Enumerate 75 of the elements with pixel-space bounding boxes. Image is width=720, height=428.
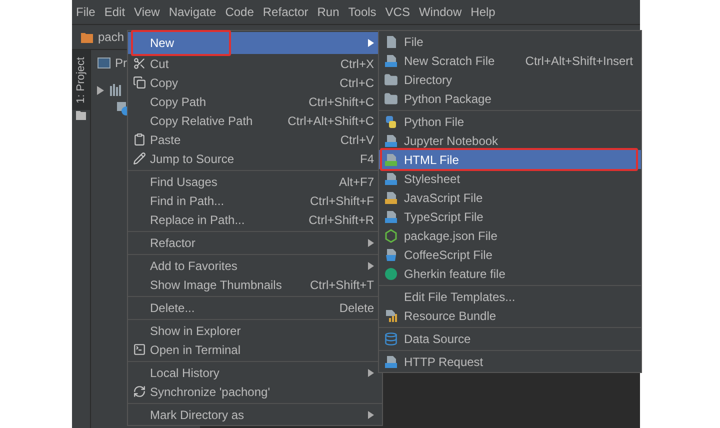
file-icon	[384, 34, 398, 48]
expand-arrow-icon	[97, 86, 104, 94]
menu-item[interactable]: Gherkin feature file	[379, 264, 641, 283]
window-icon	[97, 57, 111, 69]
scissors-icon	[133, 57, 146, 70]
menu-item[interactable]: package.json File	[379, 226, 641, 245]
menu-item[interactable]: HTML File	[379, 150, 641, 169]
file-icon	[384, 190, 398, 204]
menu-item[interactable]: Local History	[128, 363, 382, 382]
pencil-icon	[133, 152, 146, 165]
menu-item[interactable]: Refactor	[128, 233, 382, 252]
menu-item[interactable]: Python File	[379, 112, 641, 131]
gherkin-icon	[384, 266, 398, 280]
menu-item[interactable]: Stylesheet	[379, 169, 641, 188]
menu-item[interactable]: Cut Ctrl+X	[128, 54, 382, 73]
file-icon	[384, 134, 398, 148]
menu-bar-item[interactable]: Window	[418, 3, 462, 21]
menu-bar-item[interactable]: Navigate	[168, 3, 216, 21]
terminal-icon	[133, 343, 146, 356]
menu-item[interactable]: Python Package	[379, 89, 641, 108]
copy-icon	[133, 76, 146, 89]
file-icon	[384, 354, 398, 368]
menu-bar-item[interactable]: View	[134, 3, 160, 21]
menu-item[interactable]: Edit File Templates...	[379, 287, 641, 306]
breadcrumb[interactable]: pach	[98, 28, 124, 46]
file-icon	[384, 172, 398, 186]
menu-item[interactable]: Resource Bundle	[379, 306, 641, 325]
hexagon-icon	[384, 228, 398, 242]
menu-bar-item[interactable]: Code	[225, 3, 254, 21]
menu-item[interactable]: TypeScript File	[379, 207, 641, 226]
database-icon	[384, 332, 398, 346]
menu-item[interactable]: Find in Path... Ctrl+Shift+F	[128, 191, 382, 210]
menu-item[interactable]: Find Usages Alt+F7	[128, 172, 382, 191]
menu-item[interactable]: JavaScript File	[379, 188, 641, 207]
menu-bar-item[interactable]: Edit	[104, 3, 126, 21]
menu-item[interactable]: HTTP Request	[379, 352, 641, 371]
menu-bar-item[interactable]: VCS	[385, 3, 410, 21]
python-icon	[384, 114, 398, 128]
menu-item[interactable]: Synchronize 'pachong'	[128, 382, 382, 401]
menu-bar-item[interactable]: Help	[470, 3, 496, 21]
menu-item[interactable]: Mark Directory as	[128, 405, 382, 424]
folder-icon	[384, 72, 398, 86]
file-icon	[384, 152, 398, 166]
menu-item[interactable]: CoffeeScript File	[379, 245, 641, 264]
library-icon	[110, 84, 122, 96]
menu-item[interactable]: Show in Explorer	[128, 321, 382, 340]
menu-item[interactable]: Replace in Path... Ctrl+Shift+R	[128, 210, 382, 229]
refresh-icon	[133, 385, 146, 398]
menu-item[interactable]: New Scratch File Ctrl+Alt+Shift+Insert	[379, 51, 641, 70]
menu-item[interactable]: Show Image Thumbnails Ctrl+Shift+T	[128, 275, 382, 294]
menu-bar-item[interactable]: Run	[317, 3, 340, 21]
menu-item[interactable]: Add to Favorites	[128, 256, 382, 275]
cup-icon	[384, 248, 398, 262]
tool-window-tab[interactable]: 1: Project	[72, 50, 90, 110]
folder-icon	[384, 92, 398, 106]
menu-item[interactable]: Open in Terminal	[128, 340, 382, 359]
folder-icon	[81, 32, 93, 42]
menu-item[interactable]: Jump to Source F4	[128, 149, 382, 168]
menu-item[interactable]: Directory	[379, 70, 641, 89]
menu-item[interactable]: Data Source	[379, 329, 641, 348]
panel-title: Pr	[115, 55, 127, 72]
clipboard-icon	[133, 133, 146, 146]
menu-item[interactable]: File	[379, 32, 641, 51]
menu-item[interactable]: Jupyter Notebook	[379, 131, 641, 150]
menu-item[interactable]: Copy Relative Path Ctrl+Alt+Shift+C	[128, 111, 382, 130]
menu-bar-item[interactable]: File	[76, 3, 96, 21]
menu-item[interactable]: Copy Path Ctrl+Shift+C	[128, 92, 382, 111]
menu-item[interactable]: Delete... Delete	[128, 298, 382, 317]
file-icon	[384, 210, 398, 224]
menu-bar-item[interactable]: Tools	[348, 3, 376, 21]
chart-file-icon	[384, 308, 398, 322]
menu-item[interactable]: Copy Ctrl+C	[128, 73, 382, 92]
menu-bar-item[interactable]: Refactor	[262, 3, 308, 21]
file-icon	[384, 54, 398, 68]
menu-item[interactable]: Paste Ctrl+V	[128, 130, 382, 149]
